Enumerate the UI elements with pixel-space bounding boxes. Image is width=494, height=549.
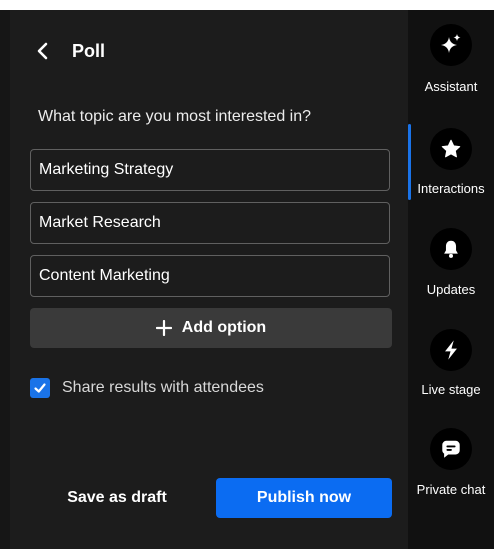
chat-icon	[430, 428, 472, 470]
rail-label-private-chat: Private chat	[416, 482, 486, 497]
rail-item-live-stage[interactable]: Live stage	[408, 324, 494, 414]
share-results-label: Share results with attendees	[62, 379, 264, 396]
star-icon	[430, 128, 472, 170]
save-draft-button[interactable]: Save as draft	[60, 478, 174, 518]
share-results-checkbox[interactable]	[30, 378, 50, 398]
bell-icon	[430, 228, 472, 270]
rail-label-interactions: Interactions	[417, 181, 485, 196]
plus-icon	[155, 320, 172, 336]
add-option-button[interactable]: Add option	[30, 308, 392, 348]
poll-option-3-input[interactable]	[30, 255, 390, 297]
chevron-left-icon	[37, 42, 48, 60]
poll-option-1-input[interactable]	[30, 149, 390, 191]
lightning-icon	[430, 329, 472, 371]
page-title: Poll	[72, 40, 106, 61]
top-strip	[0, 0, 494, 10]
rail-item-updates[interactable]: Updates	[408, 222, 494, 312]
share-results-row: Share results with attendees	[30, 378, 264, 398]
rail-label-updates: Updates	[426, 282, 476, 297]
back-button[interactable]	[30, 39, 54, 63]
poll-question: What topic are you most interested in?	[38, 108, 312, 125]
poll-option-2-input[interactable]	[30, 202, 390, 244]
publish-now-button[interactable]: Publish now	[216, 478, 392, 518]
rail-item-assistant[interactable]: Assistant	[408, 18, 494, 108]
rail-item-interactions[interactable]: Interactions	[408, 120, 494, 210]
add-option-label: Add option	[181, 319, 267, 336]
panel-header: Poll	[30, 36, 105, 66]
sparkle-icon	[430, 24, 472, 66]
rail-item-private-chat[interactable]: Private chat	[408, 424, 494, 514]
rail-label-live-stage: Live stage	[421, 382, 481, 397]
side-rail: Assistant Interactions Updates Live stag…	[408, 10, 494, 549]
checkmark-icon	[34, 383, 46, 393]
rail-label-assistant: Assistant	[424, 79, 478, 94]
